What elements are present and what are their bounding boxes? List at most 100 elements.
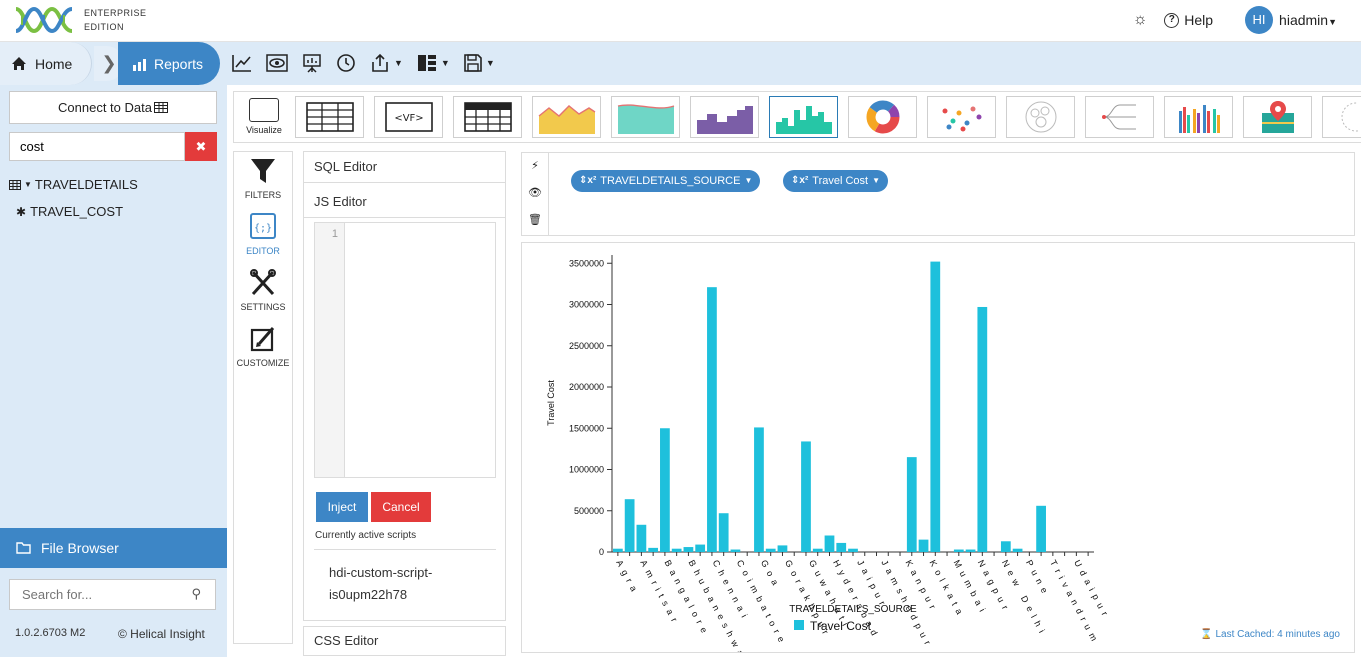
help-link[interactable]: ? Help — [1164, 12, 1213, 28]
reports-button[interactable]: Reports — [118, 42, 220, 85]
layout-icon[interactable]: ▼ — [417, 50, 450, 76]
reports-icon — [133, 58, 146, 71]
vf-chart-option[interactable]: <VF> — [374, 96, 443, 138]
radial-icon — [1341, 102, 1358, 132]
js-editor-header[interactable]: JS Editor — [304, 187, 505, 218]
y-tick-label: 1000000 — [569, 465, 604, 475]
step-chart-option[interactable] — [690, 96, 759, 138]
bar-chart-icon — [775, 106, 832, 134]
file-browser-button[interactable]: File Browser — [0, 528, 227, 568]
stacked-area-chart-option[interactable] — [611, 96, 680, 138]
file-search-input[interactable] — [10, 580, 180, 609]
bar — [812, 548, 823, 552]
field-drop-area: ⚡ 👁 🗑 ⇕x² TRAVELDETAILS_SOURCE ▼ ⇕x² Tra… — [521, 152, 1355, 236]
inject-button[interactable]: Inject — [316, 492, 368, 522]
help-label: Help — [1184, 12, 1214, 28]
bar — [965, 549, 976, 552]
line-chart-tool-icon[interactable] — [232, 50, 252, 76]
home-button[interactable]: Home — [0, 42, 92, 85]
copyright-label: © Helical Insight — [118, 627, 205, 641]
radial-chart-option[interactable] — [1322, 96, 1361, 138]
connect-to-data-button[interactable]: Connect to Data — [9, 91, 217, 124]
tree-field-node[interactable]: ✱ TRAVEL_COST — [16, 204, 123, 219]
presentation-icon[interactable] — [302, 50, 322, 76]
editor-label: EDITOR — [246, 246, 280, 256]
editor-tool[interactable]: {;} EDITOR — [234, 212, 292, 268]
caret-down-icon: ▼ — [24, 180, 32, 189]
bar — [648, 547, 659, 552]
avatar[interactable]: HI — [1245, 6, 1274, 34]
scatter-chart-option[interactable] — [927, 96, 996, 138]
line-gutter: 1 — [315, 223, 345, 477]
bar — [836, 542, 847, 552]
filters-label: FILTERS — [244, 190, 282, 200]
reports-label: Reports — [154, 55, 204, 72]
field-search-input[interactable] — [9, 132, 185, 161]
version-label: 1.0.2.6703 M2 — [15, 627, 86, 639]
y-axis-title: Travel Cost — [546, 380, 556, 426]
vf-icon: <VF> — [384, 102, 433, 132]
last-cached-label: Last Cached: 4 minutes ago — [1215, 629, 1340, 640]
user-menu[interactable]: hiadmin▼ — [1279, 12, 1337, 28]
customize-tool[interactable]: CUSTOMIZE — [234, 324, 292, 380]
bar — [977, 306, 988, 552]
js-code-editor[interactable]: 1 — [314, 222, 496, 478]
table-icon — [153, 102, 168, 113]
x-tick-label: Goa — [759, 558, 783, 591]
bar — [848, 548, 858, 552]
export-icon[interactable]: ▼ — [370, 50, 403, 76]
customize-label: CUSTOMIZE — [236, 358, 290, 368]
crosstab-icon — [463, 102, 512, 132]
visualize-button[interactable]: Visualize — [240, 96, 288, 140]
search-icon[interactable]: ⚲ — [191, 586, 201, 602]
measure-pill[interactable]: ⇕x² Travel Cost ▼ — [783, 170, 889, 192]
multi-bar-icon — [1178, 105, 1220, 133]
help-icon: ? — [1164, 12, 1180, 28]
visualize-label: Visualize — [246, 125, 282, 135]
trash-icon[interactable]: 🗑 — [522, 207, 548, 234]
save-icon[interactable]: ▼ — [464, 50, 495, 76]
tree-chart-option[interactable] — [1085, 96, 1154, 138]
clear-search-button[interactable]: ✖ — [185, 132, 217, 161]
save-caret-icon: ▼ — [485, 58, 495, 68]
file-browser-label: File Browser — [41, 540, 119, 556]
export-caret-icon: ▼ — [394, 58, 403, 68]
file-search-box: ⚲ — [9, 579, 216, 610]
last-cached-status: ⌛ Last Cached: 4 minutes ago — [1200, 629, 1340, 640]
side-tools-panel: FILTERS {;} EDITOR SETTINGS CUSTOMIZE — [233, 151, 293, 644]
table-icon — [305, 102, 354, 132]
bar-chart-option[interactable] — [769, 96, 838, 138]
bar — [683, 547, 694, 552]
lightbulb-icon[interactable]: ☼ — [1130, 11, 1150, 29]
bar — [824, 535, 835, 552]
table-chart-option[interactable] — [295, 96, 364, 138]
multi-bar-chart-option[interactable] — [1164, 96, 1233, 138]
stacked-area-icon — [617, 104, 674, 134]
bar — [906, 457, 917, 552]
preview-eye-icon[interactable] — [266, 50, 288, 76]
crosstab-chart-option[interactable] — [453, 96, 522, 138]
sql-editor-header[interactable]: SQL Editor — [304, 152, 505, 183]
settings-tool[interactable]: SETTINGS — [234, 268, 292, 324]
bubble-pack-chart-option[interactable] — [1006, 96, 1075, 138]
pill-caret-icon: ▼ — [744, 176, 753, 185]
active-script-item[interactable]: hdi-custom-script-is0upm22h78 — [329, 562, 479, 606]
wrench-icon — [234, 268, 292, 302]
tree-table-node[interactable]: ▼ TRAVELDETAILS — [9, 177, 138, 192]
donut-chart-icon — [866, 100, 899, 134]
map-pin-icon — [1261, 101, 1294, 133]
history-icon[interactable] — [336, 50, 356, 76]
donut-chart-option[interactable] — [848, 96, 917, 138]
filters-tool[interactable]: FILTERS — [234, 156, 292, 212]
x-tick-label: New Delhi — [1000, 558, 1049, 639]
lightning-icon[interactable]: ⚡ — [522, 153, 548, 180]
y-tick-label: 500000 — [574, 506, 604, 516]
area-chart-option[interactable] — [532, 96, 601, 138]
hide-eye-icon[interactable]: 👁 — [522, 180, 548, 207]
layout-caret-icon: ▼ — [440, 58, 450, 68]
folder-icon — [16, 542, 31, 554]
cancel-button[interactable]: Cancel — [371, 492, 431, 522]
css-editor-header[interactable]: CSS Editor — [303, 626, 506, 656]
map-chart-option[interactable] — [1243, 96, 1312, 138]
dimension-pill[interactable]: ⇕x² TRAVELDETAILS_SOURCE ▼ — [571, 170, 761, 192]
